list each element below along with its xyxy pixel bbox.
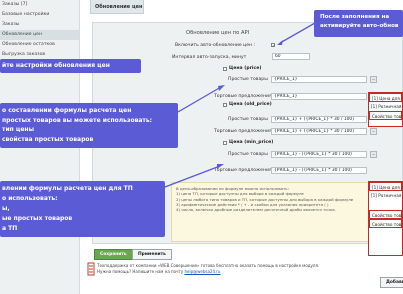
price-simple-picker[interactable]: ... (370, 76, 377, 83)
interval-input[interactable]: 60 (272, 53, 310, 60)
min-price-simple-input[interactable]: {PRICE_1} - ({PRICE_1} * 30 / 100) (271, 151, 367, 158)
price-section-heading: Цена (price) (229, 66, 262, 71)
min-price-offers-input[interactable]: {PRICE_1} - ({PRICE_1} * 30 / 100) (271, 167, 367, 174)
old-price-simple-label: Простые товары (228, 117, 268, 122)
price-simple-input[interactable]: {PRICE_1} (271, 76, 367, 83)
old-price-simple-input[interactable]: {PRICE_1} + ({PRICE_1} * 30 / 100) (271, 116, 367, 123)
price-type-dropdown[interactable]: [1] Цена для ... [1] Розничная ... Свойс… (368, 92, 403, 127)
old-price-section-heading: Цена (old_price) (229, 102, 272, 107)
footer-support: Техподдержка от компании «WEB Совершение… (97, 263, 319, 275)
dropdown-option[interactable]: [1] Цена для ... (369, 182, 402, 191)
panel-title: Обновление цен по API (186, 30, 250, 36)
callout-auto-update: После заполнения на активируйте авто-обн… (314, 10, 403, 37)
dropdown-option[interactable]: Свойство тов... (369, 219, 402, 228)
websa-logo-icon (87, 262, 95, 276)
min-price-simple-label: Простые товары (228, 152, 268, 157)
dropdown-option[interactable]: [1] Цена для ... (369, 93, 402, 102)
offer-price-type-dropdown[interactable]: [1] Цена для ... [1] Розничная ... Свойс… (368, 181, 403, 256)
auto-update-label: Включить авто-обновление цен : (175, 43, 256, 48)
add-button[interactable]: Добавить (380, 277, 403, 288)
dropdown-option[interactable]: Свойство тов... (369, 210, 402, 219)
old-price-offers-input[interactable]: {PRICE_1} + ({PRICE_1} * 30 / 100) (271, 128, 367, 135)
save-button[interactable]: Сохранить (94, 249, 133, 260)
interval-label: Интервал авто-запуска, минут (172, 55, 247, 60)
min-price-simple-picker[interactable]: ... (370, 151, 377, 158)
price-section-toggle[interactable] (223, 67, 227, 71)
price-offers-input[interactable]: {PRICE_1} (271, 93, 367, 100)
sidebar-item-price-update[interactable]: Обновление цен (0, 30, 79, 40)
sidebar-item-base-settings[interactable]: Базовые настройки (0, 10, 79, 20)
support-email-link[interactable]: help@websa24.ru (184, 269, 220, 274)
dropdown-option[interactable]: [1] Розничная ... (369, 102, 402, 111)
note-line: 4) числа, включая дробные разделителем д… (176, 207, 336, 213)
apply-button[interactable]: Применить (132, 249, 172, 260)
price-simple-label: Простые товары (228, 77, 268, 82)
formula-help-note: В цено-образовании по формуле можно испо… (171, 182, 371, 242)
callout-simple-formula: о составлении формулы расчета цен просты… (0, 103, 178, 148)
footer-line: Нужна помощь? Напишите нам на почту help… (97, 269, 221, 274)
old-price-offers-picker[interactable]: ... (370, 128, 377, 135)
old-price-offers-label: Торговые предложения (214, 129, 272, 134)
callout-offer-formula: влении формулы расчета цен для ТП о испо… (0, 181, 165, 237)
callout-arrow (178, 85, 225, 113)
callout-arrow (277, 22, 316, 45)
sidebar-item-orders[interactable]: Заказы (0, 20, 79, 30)
dropdown-option[interactable]: Свойство тов... (369, 111, 402, 120)
min-price-section-toggle[interactable] (223, 141, 227, 145)
sidebar-item-orders-count[interactable]: Заказы [7] (0, 0, 79, 10)
tab-price-update[interactable]: Обновление цен (90, 0, 144, 14)
callout-settings: йте настройки обновления цен (0, 59, 141, 73)
sidebar-item-stock-update[interactable]: Обновление остатков (0, 40, 79, 50)
auto-update-checkbox[interactable]: ✓ (271, 43, 275, 48)
dropdown-option[interactable]: [1] Розничная ... (369, 191, 402, 200)
callout-arrow (165, 164, 224, 188)
min-price-section-heading: Цена (min_price) (229, 140, 274, 145)
